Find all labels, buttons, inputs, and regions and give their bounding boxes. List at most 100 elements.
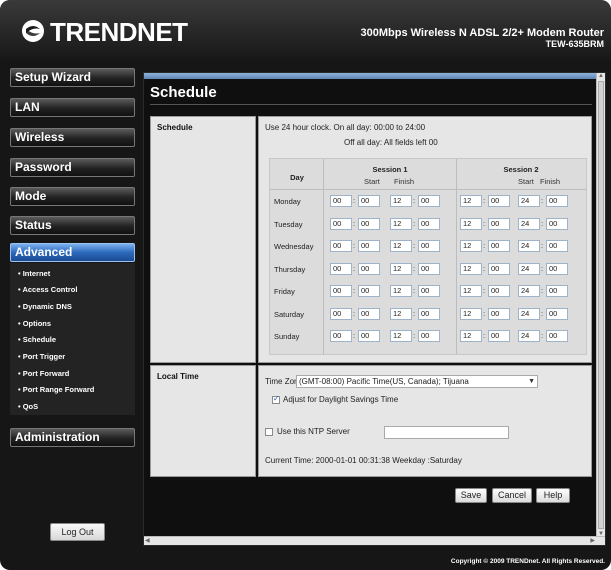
vertical-scroll-thumb[interactable]	[598, 81, 604, 529]
dst-checkbox[interactable]	[272, 394, 280, 404]
time-separator: :	[353, 286, 356, 295]
session1-finish-hour-input[interactable]: 12	[390, 285, 412, 297]
session1-start-minute-input[interactable]: 00	[358, 195, 380, 207]
session1-start-minute-input[interactable]: 00	[358, 217, 380, 230]
nav-administration[interactable]: Administration	[10, 428, 135, 447]
session2-finish-hour-input[interactable]: 24	[518, 240, 540, 252]
session2-finish-hour-input[interactable]: 24	[518, 285, 540, 297]
session1-start-hour-input[interactable]: 00	[330, 285, 352, 297]
submenu-access-control[interactable]: Access Control	[18, 285, 77, 294]
time-separator: :	[541, 263, 544, 273]
session2-start-hour-input[interactable]: 12	[460, 330, 482, 342]
session1-start-minute-input[interactable]: 00	[358, 240, 380, 252]
scroll-left-icon[interactable]: ◀	[145, 537, 150, 544]
session1-start-hour-input[interactable]: 00	[330, 240, 352, 252]
session1-finish-minute-input[interactable]: 00	[418, 262, 440, 275]
session1-finish-hour-input[interactable]: 12	[390, 262, 412, 275]
nav-password[interactable]: Password	[10, 158, 135, 177]
ntp-server-input[interactable]	[384, 426, 509, 439]
session2-finish-minute-input[interactable]: 00	[546, 285, 568, 297]
session2-finish-minute-input[interactable]: 00	[546, 307, 568, 320]
session2-finish-minute-input[interactable]: 00	[546, 195, 568, 207]
session1-start-hour-input[interactable]: 00	[330, 217, 352, 230]
session2-start-hour-input[interactable]: 12	[460, 195, 482, 207]
session1-start-hour-input[interactable]: 00	[330, 330, 352, 342]
session2-finish-minute-input[interactable]: 00	[546, 330, 568, 342]
session2-finish-minute-input[interactable]: 00	[546, 217, 568, 230]
session1-finish-minute-input[interactable]: 00	[418, 307, 440, 320]
session2-start-hour-input[interactable]: 12	[460, 240, 482, 252]
nav-wireless[interactable]: Wireless	[10, 128, 135, 147]
save-button[interactable]: Save	[455, 488, 487, 503]
session2-start-hour-input[interactable]: 12	[460, 262, 482, 275]
session2-start-minute-input[interactable]: 00	[488, 330, 510, 342]
session1-start-hour-input[interactable]: 00	[330, 195, 352, 207]
session2-start-hour-input[interactable]: 12	[460, 307, 482, 320]
submenu-internet[interactable]: Internet	[18, 269, 51, 278]
submenu-options[interactable]: Options	[18, 319, 51, 328]
session1-finish-minute-input[interactable]: 00	[418, 330, 440, 342]
session2-start-hour-input[interactable]: 12	[460, 285, 482, 297]
session2-start-hour-input[interactable]: 12	[460, 217, 482, 230]
nav-mode[interactable]: Mode	[10, 187, 135, 206]
session2-start-minute-input[interactable]: 00	[488, 285, 510, 297]
session1-finish-minute-input[interactable]: 00	[418, 195, 440, 207]
schedule-label: Schedule	[157, 123, 193, 132]
session2-start-minute-input[interactable]: 00	[488, 262, 510, 275]
session2-start-minute-input[interactable]: 00	[488, 217, 510, 230]
day-label: Tuesday	[274, 219, 303, 229]
time-separator: :	[413, 308, 416, 318]
session2-finish-hour-input[interactable]: 24	[518, 307, 540, 320]
session1-start-minute-input[interactable]: 00	[358, 262, 380, 275]
vertical-scrollbar[interactable]: ▲ ▼	[596, 73, 605, 537]
scroll-up-icon[interactable]: ▲	[598, 73, 604, 79]
session1-start-minute-input[interactable]: 00	[358, 285, 380, 297]
logo-text: TRENDNET	[50, 17, 188, 47]
session1-start-minute-input[interactable]: 00	[358, 330, 380, 342]
day-label: Wednesday	[274, 242, 314, 251]
session1-finish-minute-input[interactable]: 00	[418, 285, 440, 297]
session2-start-minute-input[interactable]: 00	[488, 307, 510, 320]
session2-start-minute-input[interactable]: 00	[488, 240, 510, 252]
day-label: Friday	[274, 287, 295, 296]
logout-button[interactable]: Log Out	[50, 523, 105, 541]
submenu-schedule[interactable]: Schedule	[18, 335, 56, 344]
session1-finish-hour-input[interactable]: 12	[390, 195, 412, 207]
session2-finish-hour-input[interactable]: 24	[518, 330, 540, 342]
session1-start-hour-input[interactable]: 00	[330, 307, 352, 320]
cancel-button[interactable]: Cancel	[492, 488, 532, 503]
submenu-port-trigger[interactable]: Port Trigger	[18, 352, 66, 361]
nav-advanced[interactable]: Advanced	[10, 243, 135, 262]
session1-start-minute-input[interactable]: 00	[358, 307, 380, 320]
session1-finish-hour-input[interactable]: 12	[390, 330, 412, 342]
chevron-down-icon: ▼	[528, 378, 535, 385]
help-button[interactable]: Help	[536, 488, 570, 503]
session1-finish-hour-input[interactable]: 12	[390, 217, 412, 230]
session1-finish-hour-input[interactable]: 12	[390, 307, 412, 320]
ntp-checkbox[interactable]	[265, 428, 273, 436]
nav-lan[interactable]: LAN	[10, 98, 135, 117]
scroll-right-icon[interactable]: ▶	[590, 537, 595, 544]
horizontal-scrollbar[interactable]: ◀ ▶	[144, 536, 605, 545]
time-separator: :	[353, 218, 356, 228]
session2-finish-minute-input[interactable]: 00	[546, 262, 568, 275]
submenu-dynamic-dns[interactable]: Dynamic DNS	[18, 302, 72, 311]
submenu-port-forward[interactable]: Port Forward	[18, 369, 70, 378]
session2-finish-hour-input[interactable]: 24	[518, 217, 540, 230]
session1-finish-minute-input[interactable]: 00	[418, 240, 440, 252]
session2-finish-hour-input[interactable]: 24	[518, 195, 540, 207]
submenu-port-range-forward[interactable]: Port Range Forward	[18, 385, 95, 394]
session1-start-hour-input[interactable]: 00	[330, 262, 352, 275]
session2-finish-minute-input[interactable]: 00	[546, 240, 568, 252]
session2-start-minute-input[interactable]: 00	[488, 195, 510, 207]
nav-status[interactable]: Status	[10, 216, 135, 235]
session1-finish-minute-input[interactable]: 00	[418, 217, 440, 230]
model-description: 300Mbps Wireless N ADSL 2/2+ Modem Route…	[360, 27, 605, 39]
time-zone-select[interactable]: (GMT-08:00) Pacific Time(US, Canada); Ti…	[296, 375, 538, 388]
day-label: Monday	[274, 197, 301, 206]
nav-setup-wizard[interactable]: Setup Wizard	[10, 68, 135, 87]
submenu-qos[interactable]: QoS	[18, 402, 38, 411]
session1-finish-hour-input[interactable]: 12	[390, 240, 412, 252]
session2-finish-hour-input[interactable]: 24	[518, 262, 540, 275]
model-number: TEW-635BRM	[545, 39, 604, 49]
